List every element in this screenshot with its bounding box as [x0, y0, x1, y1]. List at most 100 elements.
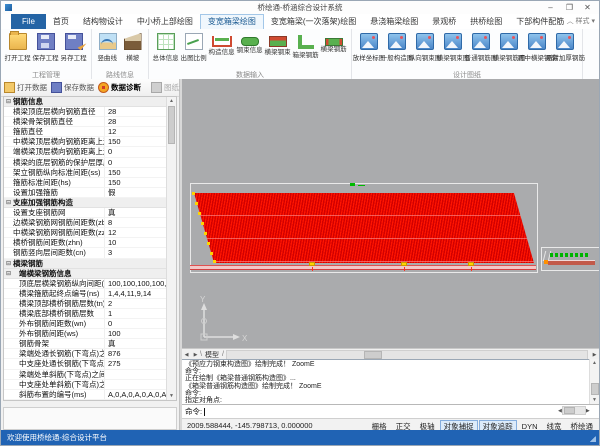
tab-variable-width-girder[interactable]: 变宽箱梁绘图 — [200, 14, 264, 29]
tick-mark — [201, 222, 204, 225]
grid-row[interactable]: 横桥钢筋间距数(zhn)10 — [4, 238, 176, 248]
save-data-button[interactable]: 保存数据 — [51, 82, 94, 93]
command-history[interactable]: 《预应力钢束构造图》绘制完成！ ZoomE 命令: 正在绘制《箱梁普通钢筋构造图… — [182, 359, 599, 404]
tick-mark — [195, 202, 198, 205]
scroll-down-icon[interactable]: ▼ — [167, 392, 176, 400]
horizontal-scrollbar[interactable] — [226, 350, 588, 360]
maximize-button[interactable]: ❐ — [561, 1, 578, 14]
support-mark — [468, 262, 474, 266]
grid-row[interactable]: 横梁骨架钢筋直径28 — [4, 117, 176, 127]
property-panel: 打开数据 保存数据 数据诊断 图纸生成 ⊟钢筋信息 横梁顶底层横向钢筋直径28 … — [1, 79, 180, 430]
grid-row[interactable]: 箍筋标准间距(hs)150 — [4, 178, 176, 188]
grid-row[interactable]: 横梁的底层钢筋的保护层厚度0 — [4, 158, 176, 168]
drawing-icon — [472, 33, 490, 50]
general-info-button[interactable]: 总体信息 — [152, 31, 180, 63]
grid-row[interactable]: 箍筋直径12 — [4, 127, 176, 137]
tab-home[interactable]: 首页 — [46, 14, 76, 29]
minimize-button[interactable]: – — [542, 1, 559, 14]
plot-scale-button[interactable]: 出图比例 — [180, 31, 208, 63]
girder-plan-drawing — [194, 193, 534, 263]
grid-row[interactable]: 顶底层横梁钢筋纵向间距(s)100,100,100,100,100,107.5,… — [4, 279, 176, 289]
style-dropdown[interactable]: 样式 ▾ — [576, 18, 595, 25]
grid-row[interactable]: 设置加强箍筋假 — [4, 188, 176, 198]
tab-scroll-left-icon[interactable]: ◀ — [182, 352, 191, 358]
grid-row[interactable]: 横梁箍筋起终点编号(ns)1,4,4,11,9,14 — [4, 289, 176, 299]
scrollbar-thumb[interactable] — [591, 383, 599, 395]
data-diagnose-button[interactable]: 数据诊断 — [98, 82, 141, 93]
save-icon — [37, 33, 55, 50]
property-grid-scrollbar[interactable]: ▲ ▼ — [166, 97, 176, 400]
scroll-right-icon[interactable]: ▶ — [590, 352, 599, 358]
tab-variable-width-girder-one-stage[interactable]: 变宽箱梁(一次落架)绘图 — [264, 14, 363, 29]
structure-info-button[interactable]: 构造信息 — [208, 31, 236, 63]
grid-row[interactable]: 边横梁钢筋网钢筋间距数(zbn)8 — [4, 218, 176, 228]
scrollbar-thumb[interactable] — [364, 351, 382, 359]
layout-coords-drawing-button[interactable]: 放样坐标图 — [355, 31, 383, 63]
scroll-right-icon[interactable]: ▶ — [586, 408, 590, 414]
grid-row[interactable]: 设置支座钢筋网真 — [4, 208, 176, 218]
grid-row[interactable]: 梁端处通长钢筋(下弯点)之间876 — [4, 349, 176, 359]
grid-subsection-end-crossbeam[interactable]: ⊟端横梁钢筋信息 — [4, 269, 176, 279]
tendon-info-button[interactable]: 钢束信息 — [236, 31, 264, 63]
command-history-scrollbar[interactable]: ▲ ▼ — [589, 359, 599, 404]
grid-section-crossbeam-rebar[interactable]: ⊟横梁钢筋 — [4, 259, 176, 269]
open-data-button[interactable]: 打开数据 — [4, 82, 47, 93]
common-rebar-drawing-button[interactable]: 普通钢筋图 — [467, 31, 495, 63]
tab-cantilever-cast-girder[interactable]: 悬浇箱梁绘图 — [363, 14, 425, 29]
grid-section-rebar-info[interactable]: ⊟钢筋信息 — [4, 97, 176, 107]
tab-arch-bridge[interactable]: 拱桥绘图 — [463, 14, 509, 29]
ribbon-collapse-icon[interactable]: ︿ — [567, 18, 574, 25]
tab-small-bridge-superstructure[interactable]: 中小桥上部绘图 — [130, 14, 200, 29]
grid-row[interactable]: 外布钢筋间距数(wn)0 — [4, 319, 176, 329]
close-button[interactable]: ✕ — [579, 1, 596, 14]
grid-row[interactable]: 钢筋竖向层间距数(cn)3 — [4, 248, 176, 258]
cross-slope-button[interactable]: 横坡 — [120, 31, 145, 63]
vertical-curve-button[interactable]: 竖曲线 — [95, 31, 120, 63]
grid-row[interactable]: 中横梁钢筋网钢筋间距数(zzn)12 — [4, 228, 176, 238]
grid-section-support-rebar[interactable]: ⊟支座加强钢筋构造 — [4, 198, 176, 208]
grid-row[interactable]: 中支座处通长钢筋(下弯点)之275 — [4, 359, 176, 369]
tab-substructure-rebar[interactable]: 下部构件配筋 — [509, 14, 571, 29]
scroll-up-icon[interactable]: ▲ — [167, 97, 176, 105]
file-menu-button[interactable]: File — [11, 14, 46, 29]
grid-row[interactable]: 梁端处单斜筋(下弯点)之间距 — [4, 370, 176, 380]
cantilever-thicken-rebar-button[interactable]: 悬臂加厚钢筋 — [551, 31, 579, 63]
crossbeam-tendon-drawing-button[interactable]: 横梁钢束图 — [439, 31, 467, 63]
tab-scroll-right-icon[interactable]: ▶ — [191, 352, 200, 358]
grid-row[interactable]: 外布钢筋间距(ws)100 — [4, 329, 176, 339]
crossbeam-tendon-button[interactable]: 横梁钢束 — [264, 31, 292, 63]
tab-structure-design[interactable]: 结构物设计 — [76, 14, 130, 29]
tab-landscape-bridge[interactable]: 景观桥 — [425, 14, 463, 29]
scroll-down-icon[interactable]: ▼ — [590, 396, 599, 404]
girder-bottom-slab-line — [190, 265, 536, 270]
grid-row[interactable]: 中横梁顶层横向钢筋距离上边缘150 — [4, 137, 176, 147]
vertical-curve-icon — [99, 33, 117, 50]
grid-row[interactable]: 架立钢筋纵向标准间距(ss)150 — [4, 168, 176, 178]
save-project-button[interactable]: 保存工程 — [32, 31, 60, 63]
grid-row[interactable]: 钢筋骨架真 — [4, 339, 176, 349]
scrollbar-thumb[interactable] — [564, 407, 575, 414]
grid-row[interactable]: 横梁顶底层横向钢筋直径28 — [4, 107, 176, 117]
save-as-project-button[interactable]: 另存工程 — [60, 31, 88, 63]
cad-area: Y X ◀ ▶ \ 模型 / ▶ 《预应力钢束构造图》绘制完成！ ZoomE 命… — [182, 79, 599, 430]
grid-row[interactable]: 横梁底部横桥钢筋层数1 — [4, 309, 176, 319]
save-data-icon — [51, 82, 62, 93]
grid-row[interactable]: 端横梁顶层横向钢筋距离上边缘0 — [4, 147, 176, 157]
scroll-up-icon[interactable]: ▲ — [590, 359, 599, 367]
grid-row[interactable]: 横梁顶部横桥钢筋层数(tn)2 — [4, 299, 176, 309]
resize-grip[interactable] — [590, 436, 596, 442]
longitudinal-tendon-drawing-button[interactable]: 纵向钢束图 — [411, 31, 439, 63]
girder-rebar-button[interactable]: 箱梁钢筋 — [292, 31, 320, 63]
command-input[interactable]: 命令: — [182, 404, 599, 418]
scrollbar-thumb[interactable] — [168, 106, 175, 144]
command-input-scrollbar[interactable]: ◀ ▶ — [558, 406, 598, 415]
general-arrangement-drawing-button[interactable]: 一般构造图 — [383, 31, 411, 63]
crossbeam-rebar-button[interactable]: 横梁钢筋 — [320, 31, 348, 63]
open-project-button[interactable]: 打开工程 — [4, 31, 32, 63]
title-bar: 桥绘通-桥涵综合设计系统 – ❐ ✕ — [1, 1, 599, 14]
cross-slope-icon — [124, 33, 142, 50]
model-tab[interactable]: 模型 — [202, 350, 222, 360]
cad-viewport[interactable]: Y X — [182, 79, 599, 348]
grid-row[interactable]: 中支座处单斜筋(下弯点)之间 — [4, 380, 176, 390]
grid-row[interactable]: 斜筋布置的编号(ms)A,0,A,0,A,0,A,0,A,0,A,0,A — [4, 390, 176, 400]
